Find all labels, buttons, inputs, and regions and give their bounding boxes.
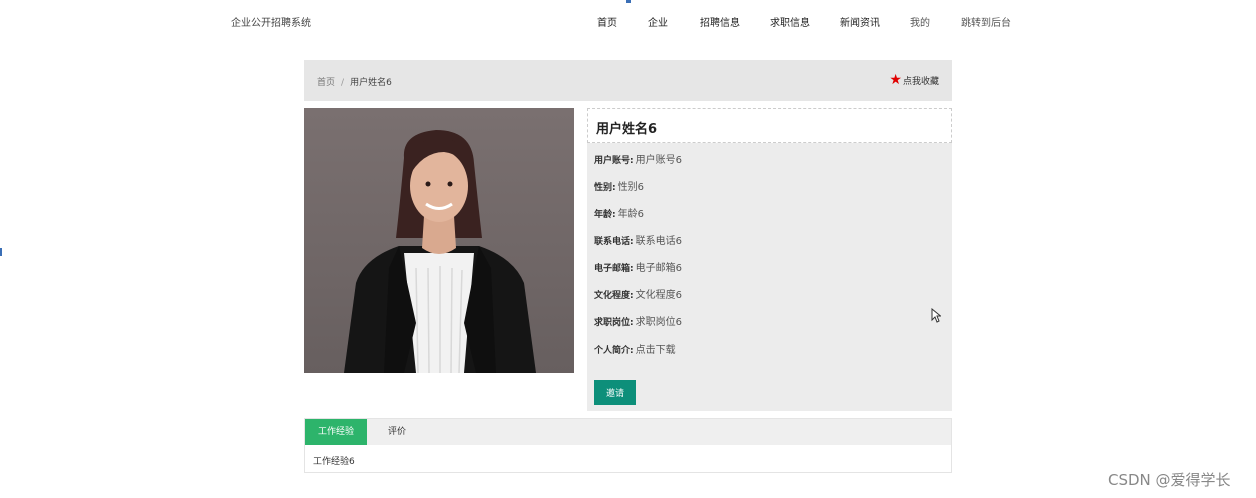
nav-home[interactable]: 首页 (597, 14, 648, 29)
field-intro: 个人简介: 点击下载 (594, 341, 676, 356)
field-value: 文化程度6 (635, 290, 682, 301)
field-value: 性别6 (617, 182, 644, 193)
breadcrumb-bar: 首页 / 用户姓名6 ★ 点我收藏 (304, 60, 952, 101)
field-label: 电子邮箱: (594, 264, 634, 274)
profile-info-panel: 用户姓名6 用户账号: 用户账号6 性别: 性别6 年龄: 年龄6 联系电话: 联系电话… (587, 108, 952, 411)
tab-content: 工作经验6 (313, 457, 355, 467)
tab-work-experience[interactable]: 工作经验 (305, 419, 367, 445)
field-value: 电子邮箱6 (635, 263, 682, 274)
nav-job-seekers[interactable]: 求职信息 (770, 14, 840, 29)
field-phone: 联系电话: 联系电话6 (594, 232, 682, 247)
site-brand[interactable]: 企业公开招聘系统 (231, 14, 311, 29)
nav-job-postings[interactable]: 招聘信息 (700, 14, 770, 29)
field-education: 文化程度: 文化程度6 (594, 286, 682, 301)
field-label: 年龄: (594, 210, 616, 220)
field-email: 电子邮箱: 电子邮箱6 (594, 259, 682, 274)
main-nav: 首页 企业 招聘信息 求职信息 新闻资讯 我的 跳转到后台 (597, 14, 1021, 29)
breadcrumb-separator: / (341, 78, 345, 88)
profile-name: 用户姓名6 (596, 122, 658, 137)
watermark: CSDN @爱得学长 (1108, 471, 1231, 489)
detail-tabs: 工作经验 评价 工作经验6 (304, 418, 952, 473)
favorite-button[interactable]: ★ 点我收藏 (889, 73, 939, 87)
field-label: 求职岗位: (594, 318, 634, 328)
mouse-cursor-icon (931, 307, 942, 327)
decorative-edge-marker (0, 248, 2, 256)
field-label: 文化程度: (594, 291, 634, 301)
top-navbar: 企业公开招聘系统 首页 企业 招聘信息 求职信息 新闻资讯 我的 跳转到后台 (0, 0, 1256, 42)
field-label: 性别: (594, 183, 616, 193)
field-position: 求职岗位: 求职岗位6 (594, 313, 682, 328)
favorite-label: 点我收藏 (902, 76, 939, 87)
decorative-marker (626, 0, 631, 3)
field-account: 用户账号: 用户账号6 (594, 151, 682, 166)
nav-admin[interactable]: 跳转到后台 (961, 14, 1021, 29)
breadcrumb-home[interactable]: 首页 (317, 78, 335, 88)
field-label: 个人简介: (594, 346, 634, 356)
download-link[interactable]: 点击下载 (636, 345, 676, 356)
star-icon: ★ (889, 72, 902, 88)
field-value: 用户账号6 (635, 155, 682, 166)
profile-photo-illustration (344, 130, 536, 373)
nav-company[interactable]: 企业 (648, 14, 700, 29)
field-gender: 性别: 性别6 (594, 178, 644, 193)
tab-reviews[interactable]: 评价 (377, 419, 417, 445)
field-label: 用户账号: (594, 156, 634, 166)
nav-mine[interactable]: 我的 (910, 14, 961, 29)
invite-button[interactable]: 邀请 (594, 380, 636, 405)
field-value: 联系电话6 (635, 236, 682, 247)
profile-name-header: 用户姓名6 (587, 108, 952, 143)
breadcrumb: 首页 / 用户姓名6 (317, 75, 392, 88)
profile-photo (304, 108, 574, 373)
breadcrumb-current: 用户姓名6 (350, 78, 392, 88)
nav-news[interactable]: 新闻资讯 (840, 14, 910, 29)
field-value: 年龄6 (617, 209, 644, 220)
tab-bar: 工作经验 评价 (305, 419, 951, 445)
field-age: 年龄: 年龄6 (594, 205, 644, 220)
field-label: 联系电话: (594, 237, 634, 247)
field-value: 求职岗位6 (635, 317, 682, 328)
